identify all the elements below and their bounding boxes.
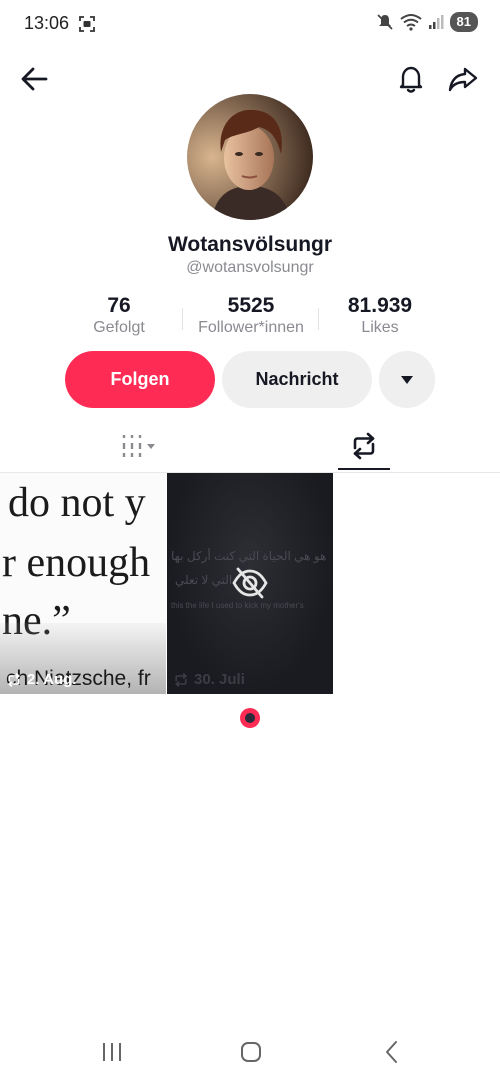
tab-videos[interactable]	[110, 420, 170, 472]
stat-following[interactable]: 76 Gefolgt	[70, 294, 168, 338]
status-bar: 13:06 81	[0, 0, 500, 48]
video-thumbnail[interactable]: هو هي الحياة التي كنت أركل بها التي لا ت…	[167, 473, 333, 694]
repost-icon	[8, 672, 20, 687]
back-arrow-icon[interactable]	[18, 62, 52, 96]
caret-down-icon	[401, 375, 413, 384]
profile-handle: @wotansvolsungr	[186, 259, 314, 276]
share-icon[interactable]	[446, 62, 480, 96]
quote-text-line: r enough	[2, 540, 151, 586]
mute-icon	[376, 14, 393, 30]
video-meta: 30. Juli	[173, 671, 245, 688]
wifi-icon	[399, 14, 422, 31]
loading-indicator	[240, 708, 260, 728]
video-thumbnail[interactable]: do not y r enough ne.” ch Nietzsche, fr …	[0, 473, 166, 694]
videos-grid-icon	[122, 435, 155, 457]
profile-name: Wotansvölsungr	[167, 233, 333, 256]
screenshot-icon	[79, 16, 95, 32]
stat-followers[interactable]: 5525 Follower*innen	[188, 294, 314, 338]
video-date: 2. Aug.	[27, 671, 77, 688]
home-icon[interactable]	[240, 1041, 262, 1063]
more-options-button[interactable]	[379, 351, 435, 408]
recent-apps-icon[interactable]	[100, 1040, 124, 1064]
signal-icon	[428, 15, 444, 29]
eye-off-icon	[232, 567, 268, 599]
loading-indicator-core	[245, 713, 255, 723]
stat-value: 76	[107, 294, 131, 317]
active-tab-indicator	[338, 468, 390, 470]
system-back-icon[interactable]	[382, 1040, 402, 1064]
stat-divider	[318, 308, 319, 330]
stat-likes[interactable]: 81.939 Likes	[334, 294, 426, 338]
video-date: 30. Juli	[194, 671, 245, 688]
repost-icon	[175, 672, 187, 687]
tab-reposts[interactable]	[338, 420, 390, 472]
stat-divider	[182, 308, 183, 330]
avatar[interactable]	[187, 94, 313, 220]
stat-value: 5525	[227, 294, 275, 317]
bell-icon[interactable]	[394, 62, 428, 96]
message-button[interactable]: Nachricht	[222, 351, 372, 408]
status-icons: 81	[376, 12, 478, 32]
quote-text-line: do not y	[8, 480, 146, 526]
stat-label: Follower*innen	[198, 319, 304, 336]
battery-icon: 81	[449, 12, 478, 32]
stat-value: 81.939	[347, 294, 413, 317]
status-time: 13:06	[24, 13, 70, 33]
stat-label: Likes	[361, 319, 399, 336]
thumbnail-caption: التي لا تعلي	[175, 573, 233, 587]
thumbnail-caption: هو هي الحياة التي كنت أركل بها	[171, 549, 327, 563]
follow-button[interactable]: Folgen	[65, 351, 215, 408]
repost-icon	[353, 432, 375, 460]
video-meta: 2. Aug.	[6, 671, 76, 688]
stat-label: Gefolgt	[93, 319, 145, 336]
